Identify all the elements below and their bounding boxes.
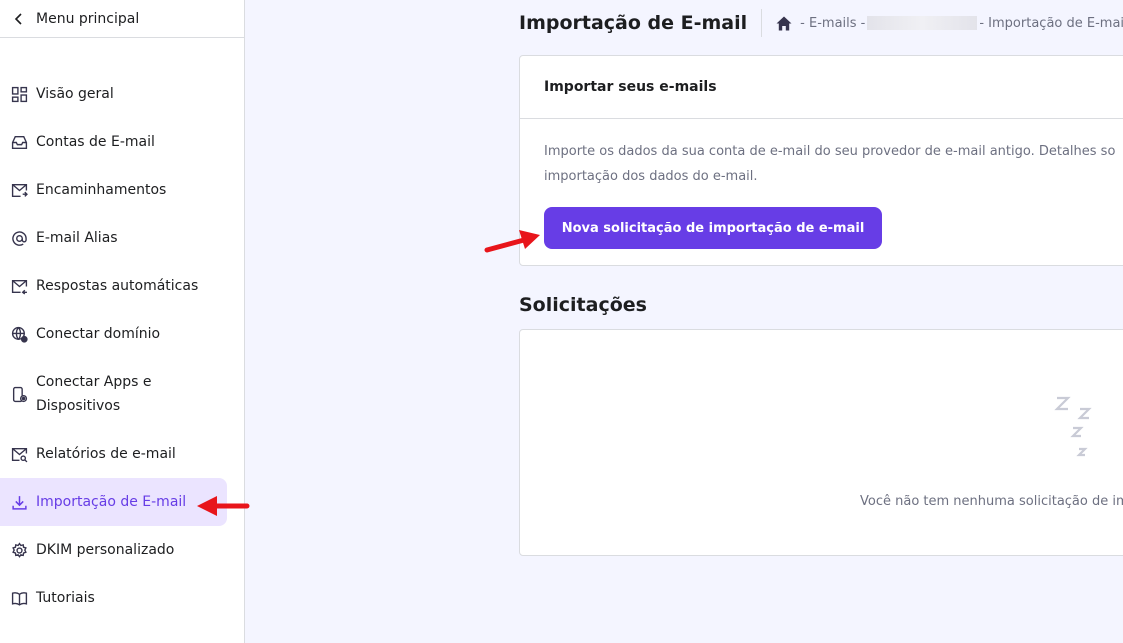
book-icon xyxy=(11,591,28,606)
gear-icon xyxy=(12,541,27,558)
sidebar-item-autoresponders[interactable]: Respostas automáticas xyxy=(0,262,245,310)
requests-empty-text: Você não tem nenhuma solicitação de im xyxy=(860,494,1123,509)
breadcrumb-emails[interactable]: - E-mails - xyxy=(800,16,865,31)
mail-search-icon xyxy=(11,447,28,462)
download-icon xyxy=(12,495,27,510)
new-import-request-button[interactable]: Nova solicitação de importação de e-mail xyxy=(544,207,882,249)
at-icon xyxy=(12,230,27,246)
inbox-icon xyxy=(11,135,28,149)
main-menu-label: Menu principal xyxy=(36,10,140,27)
sidebar-item-label: Encaminhamentos xyxy=(36,182,167,198)
sidebar-item-label: Visão geral xyxy=(36,86,114,102)
sidebar-item-tutorials[interactable]: Tutoriais xyxy=(0,574,245,622)
sidebar-item-email-reports[interactable]: Relatórios de e-mail xyxy=(0,430,245,478)
sidebar-nav: Visão geral Contas de E-mail Encaminhame… xyxy=(0,70,245,622)
sidebar-item-label: Contas de E-mail xyxy=(36,134,155,150)
breadcrumb: - E-mails - - Importação de E-mail xyxy=(776,16,1123,31)
breadcrumb-current: - Importação de E-mail xyxy=(979,15,1123,31)
sidebar-item-overview[interactable]: Visão geral xyxy=(0,70,245,118)
main-content: Importação de E-mail - E-mails - - Impor… xyxy=(519,0,1123,643)
home-icon[interactable] xyxy=(776,16,792,31)
requests-title: Solicitações xyxy=(519,294,647,316)
sidebar-item-email-accounts[interactable]: Contas de E-mail xyxy=(0,118,245,166)
header-divider xyxy=(761,9,763,37)
sidebar-item-label: Conectar Apps e Dispositivos xyxy=(36,374,152,414)
main-menu-back-link[interactable]: Menu principal xyxy=(0,0,244,38)
breadcrumb-redacted-domain[interactable] xyxy=(867,16,978,30)
import-card: Importar seus e-mails Importe os dados d… xyxy=(519,55,1123,266)
import-description-line-2: importação dos dados do e-mail. xyxy=(544,169,758,184)
sleeping-zzz-icon xyxy=(1054,396,1092,457)
mail-reply-icon xyxy=(11,279,28,294)
globe-gear-icon xyxy=(11,326,28,343)
device-gear-icon xyxy=(12,386,28,402)
sidebar-item-label: Importação de E-mail xyxy=(36,494,187,510)
annotation-arrow-right-icon xyxy=(484,230,540,253)
annotation-arrow-left-icon xyxy=(197,496,250,516)
chevron-left-icon xyxy=(14,12,22,25)
sidebar-item-label: DKIM personalizado xyxy=(36,542,175,558)
page-title: Importação de E-mail xyxy=(519,12,748,34)
sidebar-item-email-alias[interactable]: E-mail Alias xyxy=(0,214,245,262)
sidebar: Menu principal Visão geral Contas de E-m… xyxy=(0,0,245,643)
sidebar-item-custom-dkim[interactable]: DKIM personalizado xyxy=(0,526,245,574)
page-header: Importação de E-mail - E-mails - - Impor… xyxy=(519,8,1123,38)
sidebar-item-connect-domain[interactable]: Conectar domínio xyxy=(0,310,245,358)
sidebar-item-connect-apps[interactable]: Conectar Apps e Dispositivos xyxy=(0,358,245,430)
sidebar-item-label: Respostas automáticas xyxy=(36,278,199,294)
mail-forward-icon xyxy=(11,183,28,197)
import-card-title: Importar seus e-mails xyxy=(520,56,1123,119)
sidebar-item-email-import[interactable]: Importação de E-mail xyxy=(0,478,227,526)
requests-card: Você não tem nenhuma solicitação de im xyxy=(519,329,1123,556)
sidebar-item-label: E-mail Alias xyxy=(36,230,118,246)
sidebar-item-label: Tutoriais xyxy=(36,590,95,606)
grid-icon xyxy=(11,86,28,102)
sidebar-item-label: Relatórios de e-mail xyxy=(36,446,176,462)
import-card-description: Importe os dados da sua conta de e-mail … xyxy=(520,119,1123,189)
sidebar-item-forwarders[interactable]: Encaminhamentos xyxy=(0,166,245,214)
sidebar-item-label: Conectar domínio xyxy=(36,326,161,342)
import-description-line-1: Importe os dados da sua conta de e-mail … xyxy=(544,144,1116,159)
